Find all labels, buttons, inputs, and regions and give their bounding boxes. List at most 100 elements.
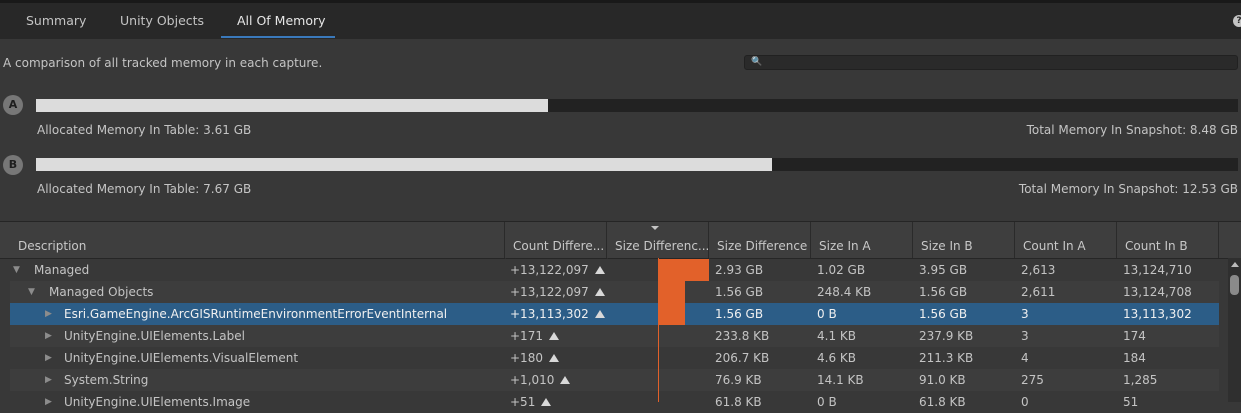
increase-arrow-icon bbox=[594, 288, 605, 296]
expand-arrow-icon[interactable]: ▼ bbox=[13, 259, 20, 281]
scroll-up-arrow-icon[interactable] bbox=[1231, 262, 1239, 267]
row-count-in-a: 275 bbox=[1021, 373, 1044, 387]
row-size-difference: 2.93 GB bbox=[715, 263, 764, 277]
collapsed-arrow-icon[interactable]: ▶ bbox=[45, 391, 52, 413]
tab-unity-objects[interactable]: Unity Objects bbox=[120, 3, 204, 39]
table-row[interactable]: ▶ UnityEngine.UIElements.Image +51 61.8 … bbox=[10, 391, 1219, 413]
row-count-in-b: 13,124,710 bbox=[1123, 263, 1192, 277]
increase-arrow-icon bbox=[548, 354, 559, 362]
scrollbar-thumb[interactable] bbox=[1230, 275, 1239, 295]
row-count-difference: +171 bbox=[510, 325, 559, 347]
row-count-in-a: 2,611 bbox=[1021, 285, 1056, 299]
row-count-in-a: 3 bbox=[1021, 329, 1029, 343]
capture-a-total-label: Total Memory In Snapshot: 8.48 GB bbox=[1026, 123, 1238, 137]
collapsed-arrow-icon[interactable]: ▶ bbox=[45, 369, 52, 391]
capture-a-memory-bar-fill bbox=[36, 99, 548, 112]
row-description: UnityEngine.UIElements.VisualElement bbox=[64, 351, 299, 365]
capture-a-allocated-label: Allocated Memory In Table: 3.61 GB bbox=[37, 123, 252, 137]
row-size-in-b: 1.56 GB bbox=[919, 285, 968, 299]
capture-b-allocated-label: Allocated Memory In Table: 7.67 GB bbox=[37, 182, 252, 196]
increase-arrow-icon bbox=[548, 332, 559, 340]
row-description: Managed bbox=[34, 263, 90, 277]
column-header-description[interactable]: Description bbox=[10, 222, 505, 258]
row-count-in-b: 13,124,708 bbox=[1123, 285, 1192, 299]
view-description: A comparison of all tracked memory in ea… bbox=[3, 56, 323, 70]
column-header-count-difference[interactable]: Count Differe... bbox=[505, 222, 607, 258]
table-row-selected[interactable]: ▶ Esri.GameEngine.ArcGISRuntimeEnvironme… bbox=[10, 303, 1219, 325]
sort-descending-icon bbox=[651, 226, 659, 230]
row-count-difference: +13,122,097 bbox=[510, 259, 605, 281]
row-count-in-b: 174 bbox=[1123, 329, 1146, 343]
row-count-difference: +180 bbox=[510, 347, 559, 369]
row-count-in-a: 3 bbox=[1021, 307, 1029, 321]
table-row[interactable]: ▶ UnityEngine.UIElements.Label +171 233.… bbox=[10, 325, 1219, 347]
row-count-in-b: 184 bbox=[1123, 351, 1146, 365]
collapsed-arrow-icon[interactable]: ▶ bbox=[45, 347, 52, 369]
collapsed-arrow-icon[interactable]: ▶ bbox=[45, 325, 52, 347]
row-size-in-a: 248.4 KB bbox=[817, 285, 872, 299]
table-row[interactable]: ▶ UnityEngine.UIElements.VisualElement +… bbox=[10, 347, 1219, 369]
capture-b-memory-bar bbox=[36, 158, 1238, 171]
table-row[interactable]: ▼ Managed Objects +13,122,097 1.56 GB 24… bbox=[10, 281, 1219, 303]
table-row[interactable]: ▼ Managed +13,122,097 2.93 GB 1.02 GB 3.… bbox=[10, 259, 1219, 281]
tab-all-of-memory[interactable]: All Of Memory bbox=[237, 3, 326, 39]
capture-a-memory-bar bbox=[36, 99, 1238, 112]
capture-b-badge: B bbox=[3, 155, 23, 175]
increase-arrow-icon bbox=[594, 266, 605, 274]
row-count-difference: +1,010 bbox=[510, 369, 571, 391]
row-size-in-b: 91.0 KB bbox=[919, 373, 966, 387]
row-count-in-a: 0 bbox=[1021, 395, 1029, 409]
row-count-difference: +13,122,097 bbox=[510, 281, 605, 303]
column-header-size-difference-bar[interactable]: Size Differenc... bbox=[607, 222, 709, 258]
capture-b-memory-bar-fill bbox=[36, 158, 772, 171]
row-size-in-b: 237.9 KB bbox=[919, 329, 974, 343]
row-size-in-a: 4.1 KB bbox=[817, 329, 856, 343]
row-size-in-a: 1.02 GB bbox=[817, 263, 866, 277]
column-header-size-in-b[interactable]: Size In B bbox=[913, 222, 1015, 258]
row-size-difference: 61.8 KB bbox=[715, 395, 762, 409]
size-difference-bar bbox=[658, 281, 685, 303]
row-count-difference: +13,113,302 bbox=[510, 303, 605, 325]
row-count-in-b: 13,113,302 bbox=[1123, 307, 1192, 321]
size-difference-bar bbox=[658, 259, 709, 281]
row-description: UnityEngine.UIElements.Image bbox=[64, 395, 251, 409]
row-size-in-b: 3.95 GB bbox=[919, 263, 968, 277]
search-field[interactable]: 🔍 bbox=[744, 55, 1238, 70]
column-header-count-in-b[interactable]: Count In B bbox=[1117, 222, 1219, 258]
row-count-in-b: 1,285 bbox=[1123, 373, 1158, 387]
row-size-in-a: 14.1 KB bbox=[817, 373, 864, 387]
active-tab-indicator bbox=[221, 36, 335, 38]
row-description: Esri.GameEngine.ArcGISRuntimeEnvironment… bbox=[64, 307, 448, 321]
search-icon: 🔍 bbox=[751, 57, 763, 67]
row-description: Managed Objects bbox=[49, 285, 154, 299]
capture-a-badge: A bbox=[3, 95, 23, 115]
collapsed-arrow-icon[interactable]: ▶ bbox=[45, 303, 52, 325]
help-icon[interactable]: ? bbox=[1233, 15, 1241, 27]
row-size-in-a: 4.6 KB bbox=[817, 351, 856, 365]
increase-arrow-icon bbox=[560, 376, 571, 384]
column-header-count-in-a[interactable]: Count In A bbox=[1015, 222, 1117, 258]
expand-arrow-icon[interactable]: ▼ bbox=[28, 281, 35, 303]
vertical-scrollbar[interactable] bbox=[1228, 258, 1241, 402]
row-count-in-a: 2,613 bbox=[1021, 263, 1056, 277]
row-size-in-a: 0 B bbox=[817, 395, 837, 409]
column-header-size-in-a[interactable]: Size In A bbox=[811, 222, 913, 258]
row-description: System.String bbox=[64, 373, 149, 387]
row-description: UnityEngine.UIElements.Label bbox=[64, 329, 245, 343]
row-size-difference: 76.9 KB bbox=[715, 373, 762, 387]
increase-arrow-icon bbox=[541, 398, 552, 406]
column-header-size-difference[interactable]: Size Difference bbox=[709, 222, 811, 258]
table-row[interactable]: ▶ System.String +1,010 76.9 KB 14.1 KB 9… bbox=[10, 369, 1219, 391]
row-count-in-b: 51 bbox=[1123, 395, 1139, 409]
row-size-difference: 206.7 KB bbox=[715, 351, 770, 365]
size-difference-bar bbox=[658, 303, 685, 325]
memory-table: Description Count Differe... Size Differ… bbox=[0, 221, 1241, 413]
tab-summary[interactable]: Summary bbox=[26, 3, 86, 39]
row-size-difference: 233.8 KB bbox=[715, 329, 770, 343]
row-count-difference: +51 bbox=[510, 391, 552, 413]
row-size-in-b: 61.8 KB bbox=[919, 395, 966, 409]
capture-b-total-label: Total Memory In Snapshot: 12.53 GB bbox=[1018, 182, 1238, 196]
increase-arrow-icon bbox=[594, 310, 605, 318]
row-size-difference: 1.56 GB bbox=[715, 285, 764, 299]
table-header: Description Count Differe... Size Differ… bbox=[0, 222, 1241, 259]
